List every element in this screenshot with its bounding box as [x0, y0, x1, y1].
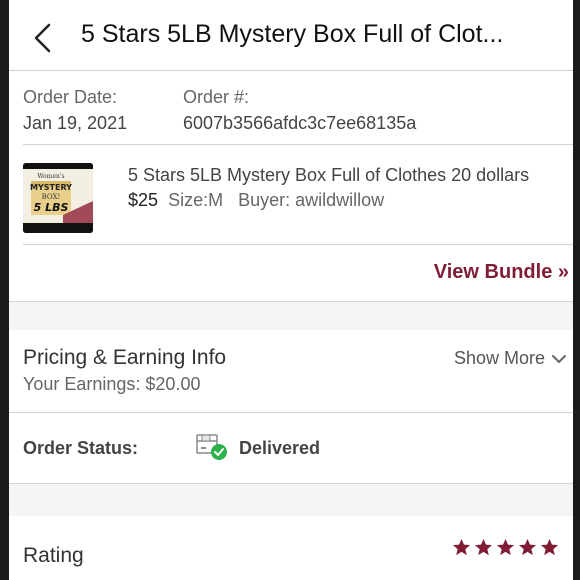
top-header: 5 Stars 5LB Mystery Box Full of Clot... — [9, 0, 573, 71]
rating-section: Rating — [9, 516, 573, 576]
star-icon — [452, 538, 471, 556]
thumb-text-4: 5 LBS — [34, 201, 69, 214]
order-date-value: Jan 19, 2021 — [23, 113, 128, 133]
order-number-label: Order #: — [183, 87, 250, 107]
order-details-screen: 5 Stars 5LB Mystery Box Full of Clot... … — [9, 0, 573, 580]
order-status-label: Order Status: — [23, 438, 139, 458]
item-meta: $25 Size:M Buyer: awildwillow — [128, 190, 384, 211]
order-info-section: Order Date: Jan 19, 2021 Order #: 6007b3… — [9, 71, 573, 145]
rating-label: Rating — [23, 544, 84, 567]
bundle-row: View Bundle » — [9, 245, 573, 302]
order-number-value: 6007b3566afdc3c7ee68135a — [183, 113, 417, 133]
star-icon — [540, 538, 559, 556]
chevron-down-icon — [552, 354, 566, 363]
pricing-title: Pricing & Earning Info — [23, 346, 227, 369]
page-title: 5 Stars 5LB Mystery Box Full of Clot... — [81, 20, 504, 48]
item-buyer: Buyer: awildwillow — [238, 190, 385, 210]
earnings-value: Your Earnings: $20.00 — [23, 374, 201, 394]
item-title[interactable]: 5 Stars 5LB Mystery Box Full of Clothes … — [128, 165, 529, 186]
star-icon — [474, 538, 493, 556]
box-delivered-icon — [195, 431, 231, 461]
thumb-text-1: Women's — [37, 173, 64, 180]
view-bundle-link[interactable]: View Bundle » — [434, 261, 569, 284]
order-status-section: Order Status: Delivered — [9, 413, 573, 484]
order-date-label: Order Date: — [23, 87, 118, 107]
left-frame-edge — [0, 0, 9, 580]
section-spacer — [9, 302, 573, 330]
pricing-section: Pricing & Earning Info Your Earnings: $2… — [9, 330, 573, 413]
order-status-value: Delivered — [239, 438, 321, 458]
mystery-box-image: Women's MYSTERY BOX! 5 LBS — [23, 163, 93, 233]
show-more-button[interactable]: Show More — [454, 348, 567, 369]
rating-stars — [452, 538, 559, 557]
back-button[interactable] — [31, 22, 55, 54]
thumb-text-2: MYSTERY — [30, 183, 72, 192]
thumb-text-3: BOX! — [42, 193, 61, 201]
item-price: $25 — [128, 190, 159, 210]
show-more-label: Show More — [453, 348, 545, 368]
star-icon — [518, 538, 537, 556]
order-item[interactable]: Women's MYSTERY BOX! 5 LBS 5 Stars 5LB M… — [9, 145, 573, 245]
right-frame-edge — [573, 0, 580, 580]
section-spacer — [9, 484, 573, 516]
item-thumbnail[interactable]: Women's MYSTERY BOX! 5 LBS — [23, 163, 93, 233]
chevron-left-icon — [34, 23, 51, 53]
star-icon — [496, 538, 515, 556]
item-size: Size:M — [168, 190, 224, 210]
